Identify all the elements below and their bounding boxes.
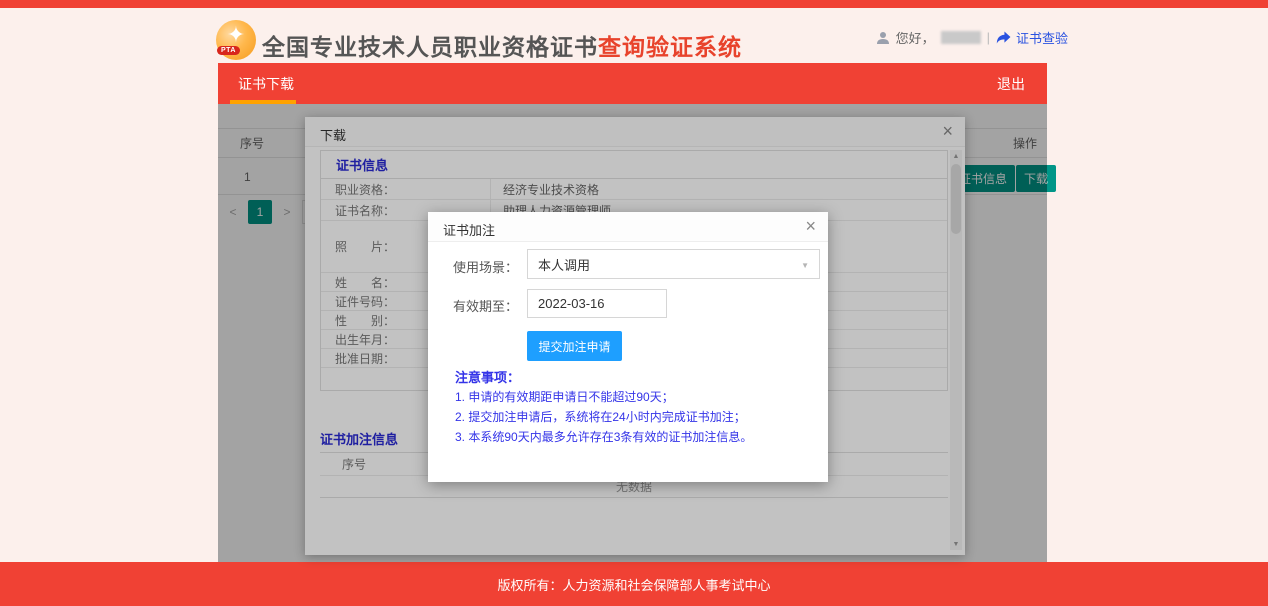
logout-button[interactable]: 退出: [975, 63, 1047, 104]
main-nav: 证书下载 退出: [218, 63, 1047, 104]
submit-annotation-button[interactable]: 提交加注申请: [527, 331, 622, 361]
greeting-text: 您好，: [896, 28, 935, 47]
expiry-label: 有效期至：: [438, 296, 518, 315]
annotation-modal: 证书加注 × 使用场景： 本人调用 ▼ 有效期至： 提交加注申请 注意事项： 1…: [428, 212, 828, 482]
redacted-username: [941, 31, 981, 44]
pta-logo: ✦ PTA: [216, 20, 256, 60]
usage-scene-select[interactable]: 本人调用 ▼: [527, 249, 820, 279]
copyright-text: 版权所有：人力资源和社会保障部人事考试中心: [497, 575, 770, 594]
page-title-accent: 查询验证系统: [598, 34, 742, 60]
chevron-down-icon: ▼: [801, 261, 809, 270]
verify-link-label: 证书查验: [1016, 28, 1068, 47]
top-accent-strip: [0, 0, 1268, 8]
page-title-main: 全国专业技术人员职业资格证书: [262, 34, 598, 60]
share-arrow-icon: [996, 31, 1011, 44]
logo-pta-label: PTA: [217, 46, 240, 55]
certificate-verify-link[interactable]: 证书查验: [996, 28, 1068, 47]
note-line-1: 1. 申请的有效期距申请日不能超过90天；: [455, 388, 674, 405]
annotation-modal-title: 证书加注: [443, 220, 495, 239]
page-title: 全国专业技术人员职业资格证书查询验证系统: [262, 28, 742, 62]
header-divider: |: [987, 30, 990, 45]
scene-label: 使用场景：: [438, 257, 518, 276]
page-footer: 版权所有：人力资源和社会保障部人事考试中心: [0, 562, 1268, 606]
tab-certificate-download-label: 证书下载: [238, 74, 294, 94]
user-area: 您好， | 证书查验: [876, 28, 1068, 47]
logo-emblem-icon: ✦: [216, 22, 256, 48]
note-line-3: 3. 本系统90天内最多允许存在3条有效的证书加注信息。: [455, 428, 752, 445]
close-icon[interactable]: ×: [805, 216, 816, 236]
tab-certificate-download[interactable]: 证书下载: [218, 63, 314, 104]
user-icon: [876, 31, 890, 45]
logout-label: 退出: [997, 74, 1025, 94]
page-header: ✦ PTA 全国专业技术人员职业资格证书查询验证系统 您好， | 证书查验: [0, 8, 1268, 63]
expiry-date-input[interactable]: [527, 289, 667, 318]
note-line-2: 2. 提交加注申请后，系统将在24小时内完成证书加注；: [455, 408, 746, 425]
notes-title: 注意事项：: [455, 367, 520, 386]
usage-scene-value: 本人调用: [538, 255, 590, 274]
annotation-modal-header: 证书加注 ×: [428, 212, 828, 242]
